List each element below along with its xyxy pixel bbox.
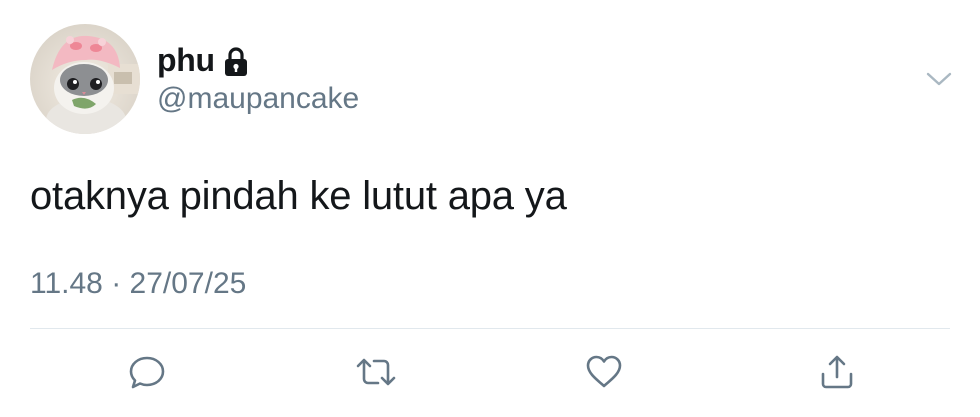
retweet-button[interactable] <box>354 350 398 394</box>
heart-icon <box>586 355 622 388</box>
tweet-card: phu @maupancake otaknya pindah ke lutut … <box>0 0 980 417</box>
tweet-date: 27/07/25 <box>129 267 247 300</box>
chevron-down-icon[interactable] <box>922 66 956 92</box>
reply-icon <box>129 356 165 389</box>
user-handle[interactable]: @maupancake <box>157 80 359 118</box>
retweet-icon <box>356 358 396 386</box>
display-name[interactable]: phu <box>157 40 215 80</box>
share-button[interactable] <box>815 350 859 394</box>
reply-button[interactable] <box>125 350 169 394</box>
like-button[interactable] <box>582 350 626 394</box>
tweet-time: 11.48 <box>30 267 103 300</box>
lock-icon <box>223 47 249 77</box>
meta-separator: · <box>111 267 122 300</box>
divider <box>30 328 950 329</box>
tweet-timestamp[interactable]: 11.48 · 27/07/25 <box>30 264 246 304</box>
cat-avatar-image <box>30 24 140 134</box>
display-name-row: phu <box>157 40 249 80</box>
avatar[interactable] <box>30 24 140 134</box>
tweet-text: otaknya pindah ke lutut apa ya <box>30 174 567 218</box>
share-icon <box>821 355 853 389</box>
